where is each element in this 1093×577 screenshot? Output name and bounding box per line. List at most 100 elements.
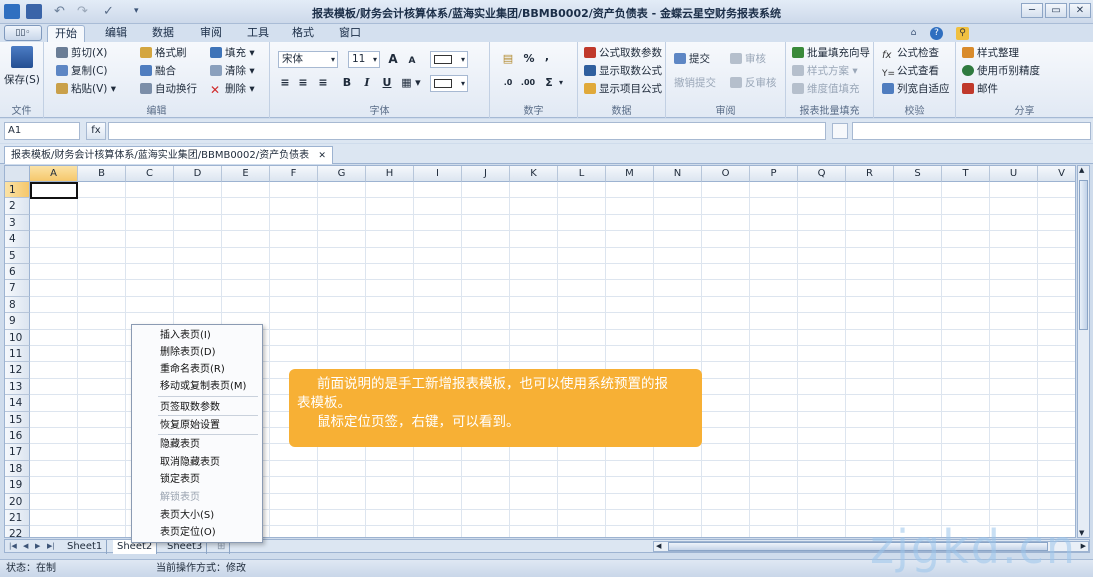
row-header-21[interactable]: 21 xyxy=(5,510,30,527)
save-icon[interactable] xyxy=(11,46,33,68)
row-header-18[interactable]: 18 xyxy=(5,460,30,478)
minimize-button[interactable]: ─ xyxy=(1021,3,1043,18)
column-header-e[interactable]: E xyxy=(222,166,270,182)
minimize-ribbon-icon[interactable]: ⌂ xyxy=(907,27,920,40)
scroll-down-icon[interactable]: ▼ xyxy=(1079,529,1084,537)
column-header-q[interactable]: Q xyxy=(798,166,846,182)
dim-fill-button[interactable]: 维度值填充 xyxy=(792,81,860,97)
sum-button[interactable]: Σ xyxy=(542,75,556,91)
next-sheet-icon[interactable]: ▶ xyxy=(35,540,40,553)
formula-input[interactable] xyxy=(108,122,826,140)
scroll-right-icon[interactable]: ▶ xyxy=(1081,542,1086,551)
row-header-20[interactable]: 20 xyxy=(5,493,30,510)
font-family-combo[interactable]: 宋体 ▾ xyxy=(278,51,338,68)
paste-button[interactable]: 粘贴(V) ▾ xyxy=(56,81,116,97)
menu-item-9[interactable]: 锁定表页 xyxy=(132,471,262,488)
merge-button[interactable]: 融合 xyxy=(140,63,176,79)
row-header-1[interactable]: 1 xyxy=(5,182,30,199)
tab-edit[interactable]: 编辑 xyxy=(98,25,134,42)
row-header-10[interactable]: 10 xyxy=(5,329,30,346)
show-items-button[interactable]: 显示项目公式 xyxy=(584,81,662,97)
formula-view-button[interactable]: Y= 公式查看 xyxy=(882,63,939,79)
tab-window[interactable]: 窗口 xyxy=(332,25,368,42)
column-header-m[interactable]: M xyxy=(606,166,654,182)
menu-item-5[interactable]: 页签取数参数 xyxy=(132,399,262,416)
menu-item-2[interactable]: 删除表页(D) xyxy=(132,344,262,361)
calendar-icon[interactable] xyxy=(832,123,848,139)
row-header-14[interactable]: 14 xyxy=(5,395,30,412)
show-formula-button[interactable]: 显示取数公式 xyxy=(584,63,662,79)
column-header-n[interactable]: N xyxy=(654,166,702,182)
column-header-v[interactable]: V xyxy=(1038,166,1075,182)
menu-item-3[interactable]: 重命名表页(R) xyxy=(132,361,262,378)
first-sheet-icon[interactable]: |◀ xyxy=(9,540,17,553)
sheet-tab-sheet1[interactable]: Sheet1 xyxy=(63,540,108,554)
currency-button[interactable]: ▤ xyxy=(500,51,516,67)
row-header-4[interactable]: 4 xyxy=(5,231,30,248)
row-header-17[interactable]: 17 xyxy=(5,444,30,461)
column-header-o[interactable]: O xyxy=(702,166,750,182)
menu-item-4[interactable]: 移动或复制表页(M) xyxy=(132,378,262,395)
help-icon[interactable]: ? xyxy=(930,27,943,40)
column-header-k[interactable]: K xyxy=(510,166,558,182)
column-header-l[interactable]: L xyxy=(558,166,606,182)
prev-sheet-icon[interactable]: ◀ xyxy=(23,540,28,553)
column-header-d[interactable]: D xyxy=(174,166,222,182)
tab-tools[interactable]: 工具 xyxy=(240,25,276,42)
menu-item-7[interactable]: 隐藏表页 xyxy=(132,436,262,453)
tab-data[interactable]: 数据 xyxy=(145,25,181,42)
withdraw-button[interactable]: 撤销提交 xyxy=(674,75,716,91)
formula-params-button[interactable]: 公式取数参数 xyxy=(584,45,662,61)
close-window-button[interactable]: ✕ xyxy=(1069,3,1091,18)
menu-item-11[interactable]: 表页大小(S) xyxy=(132,507,262,524)
save-button[interactable]: 保存(S) xyxy=(4,72,40,88)
row-header-7[interactable]: 7 xyxy=(5,280,30,297)
secondary-input[interactable] xyxy=(852,122,1091,140)
scroll-left-icon[interactable]: ◀ xyxy=(656,542,661,551)
style-org-button[interactable]: 样式整理 xyxy=(962,45,1019,61)
restore-button[interactable]: ▭ xyxy=(1045,3,1067,18)
fill-button[interactable]: 填充 ▾ xyxy=(210,45,255,61)
row-header-9[interactable]: 9 xyxy=(5,313,30,330)
vertical-scrollbar[interactable]: ▲ ▼ xyxy=(1077,165,1090,538)
increase-decimal-button[interactable]: .0 xyxy=(500,75,516,91)
fill-color-combo[interactable]: ▾ xyxy=(430,75,468,92)
row-header-11[interactable]: 11 xyxy=(5,346,30,363)
submit-button[interactable]: 提交 xyxy=(674,51,710,67)
column-header-j[interactable]: J xyxy=(462,166,510,182)
column-header-f[interactable]: F xyxy=(270,166,318,182)
mail-button[interactable]: 邮件 xyxy=(962,81,998,97)
column-header-c[interactable]: C xyxy=(126,166,174,182)
cell-name-box[interactable]: A1 xyxy=(4,122,80,140)
office-button[interactable]: ▯▯◦ xyxy=(4,25,42,41)
menu-item-1[interactable]: 插入表页(I) xyxy=(132,327,262,344)
select-all-corner[interactable] xyxy=(5,166,30,182)
format-painter-button[interactable]: 格式刷 xyxy=(140,45,187,61)
row-header-3[interactable]: 3 xyxy=(5,214,30,232)
selected-cell-a1[interactable] xyxy=(30,182,78,199)
percent-button[interactable]: % xyxy=(522,51,536,67)
row-header-12[interactable]: 12 xyxy=(5,362,30,379)
search-icon[interactable]: ⚲ xyxy=(956,27,969,40)
grow-font-button[interactable]: A xyxy=(386,51,400,67)
column-header-u[interactable]: U xyxy=(990,166,1038,182)
tab-home[interactable]: 开始 xyxy=(47,25,85,42)
column-header-h[interactable]: H xyxy=(366,166,414,182)
formula-check-button[interactable]: fx 公式检查 xyxy=(882,45,939,61)
unapprove-button[interactable]: 反审核 xyxy=(730,75,777,91)
currency-precision-button[interactable]: 使用币别精度 xyxy=(962,63,1040,79)
comma-button[interactable]: , xyxy=(542,49,552,65)
column-header-b[interactable]: B xyxy=(78,166,126,182)
clear-button[interactable]: 清除 ▾ xyxy=(210,63,255,79)
approve-button[interactable]: 审核 xyxy=(730,51,766,67)
document-tab[interactable]: 报表模板/财务会计核算体系/蓝海实业集团/BBMB0002/资产负债表 ✕ xyxy=(4,146,333,164)
menu-item-8[interactable]: 取消隐藏表页 xyxy=(132,454,262,471)
tab-format[interactable]: 格式 xyxy=(285,25,321,42)
row-header-8[interactable]: 8 xyxy=(5,296,30,314)
last-sheet-icon[interactable]: ▶| xyxy=(47,540,55,553)
menu-item-12[interactable]: 表页定位(O) xyxy=(132,524,262,541)
vertical-scroll-thumb[interactable] xyxy=(1079,180,1088,330)
font-size-combo[interactable]: 11 ▾ xyxy=(348,51,380,68)
column-header-g[interactable]: G xyxy=(318,166,366,182)
sum-arrow-icon[interactable]: ▾ xyxy=(556,75,566,91)
